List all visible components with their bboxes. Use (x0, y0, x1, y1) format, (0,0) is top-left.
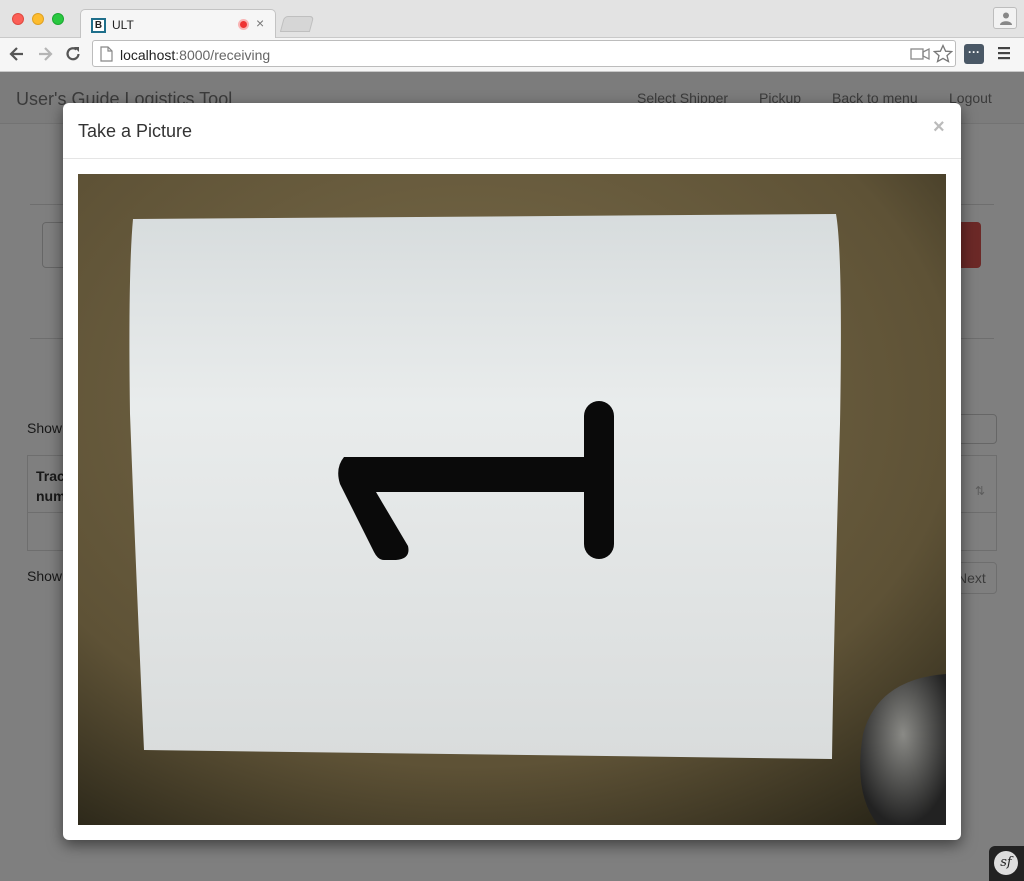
browser-tab[interactable]: B ULT × (80, 9, 276, 39)
symfony-icon: sf (994, 851, 1018, 875)
take-picture-modal: Take a Picture × (63, 103, 961, 840)
modal-close-button[interactable]: × (933, 117, 945, 137)
record-icon (238, 19, 249, 30)
url-path: :8000/receiving (175, 47, 271, 63)
camera-icon[interactable] (910, 47, 930, 61)
forward-icon[interactable] (35, 44, 55, 64)
modal-header: Take a Picture × (63, 103, 961, 159)
star-icon[interactable] (933, 44, 953, 64)
window-minimize-button[interactable] (32, 13, 44, 25)
window-close-button[interactable] (12, 13, 24, 25)
tab-close-icon[interactable]: × (256, 15, 264, 31)
page-icon (100, 46, 113, 62)
reload-icon[interactable] (63, 44, 83, 64)
profile-button[interactable] (993, 7, 1017, 29)
url-text: localhost:8000/receiving (120, 47, 270, 63)
symfony-toolbar-toggle[interactable]: sf (989, 846, 1024, 881)
browser-toolbar: localhost:8000/receiving ··· (0, 38, 1024, 72)
tab-title: ULT (112, 18, 134, 32)
modal-title: Take a Picture (78, 121, 193, 141)
menu-icon[interactable] (997, 45, 1011, 61)
camera-preview[interactable] (78, 174, 946, 825)
address-bar[interactable]: localhost:8000/receiving (92, 40, 956, 67)
profile-icon (1000, 12, 1012, 25)
back-icon[interactable] (7, 44, 27, 64)
url-host: localhost (120, 47, 176, 63)
browser-titlebar: B ULT × (0, 0, 1024, 39)
tab-favicon-icon: B (91, 18, 106, 33)
new-tab-button[interactable] (279, 16, 315, 32)
extension-icon[interactable]: ··· (964, 44, 984, 64)
window-maximize-button[interactable] (52, 13, 64, 25)
